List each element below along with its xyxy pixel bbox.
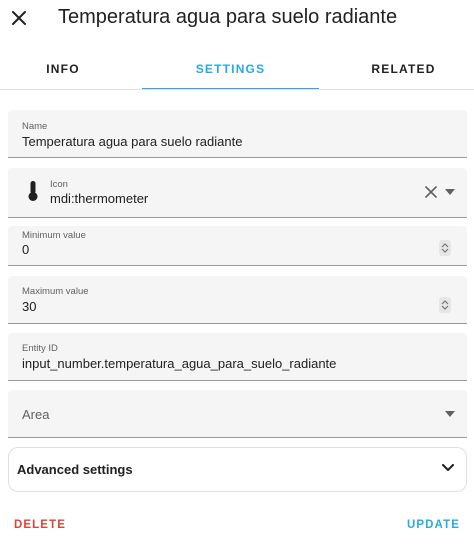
tabs-divider [0,89,474,90]
advanced-settings-label: Advanced settings [17,462,133,477]
icon-label: Icon [50,179,68,190]
entity-id-field[interactable]: Entity ID input_number.temperatura_agua_… [8,333,467,381]
tab-bar: INFO SETTINGS RELATED [0,48,474,90]
thermometer-icon [28,181,38,201]
tab-related[interactable]: RELATED [348,48,459,90]
clear-icon[interactable] [425,186,437,198]
chevron-down-icon [442,464,454,471]
tab-info[interactable]: INFO [0,48,126,90]
dropdown-arrow-icon[interactable] [445,189,455,195]
tab-settings[interactable]: SETTINGS [142,48,319,90]
minimum-value-stepper[interactable] [439,240,451,256]
dialog-header: Temperatura agua para suelo radiante [0,0,474,38]
icon-value: mdi:thermometer [50,191,149,206]
minimum-value-label: Minimum value [22,230,86,241]
icon-field[interactable]: Icon mdi:thermometer [8,168,467,218]
area-field[interactable]: Area [8,390,467,438]
update-button[interactable]: UPDATE [407,519,460,531]
entity-id-label: Entity ID [22,343,58,354]
name-label: Name [22,121,48,132]
minimum-value: 0 [22,242,30,257]
entity-id-value: input_number.temperatura_agua_para_suelo… [22,356,337,371]
area-placeholder: Area [22,407,50,422]
dialog-title: Temperatura agua para suelo radiante [58,6,398,28]
stepper-down-icon [441,248,449,253]
maximum-value-field[interactable]: Maximum value 30 [8,276,467,324]
stepper-down-icon [441,305,449,310]
advanced-settings-expander[interactable]: Advanced settings [8,447,467,492]
maximum-value: 30 [22,299,37,314]
delete-button[interactable]: DELETE [14,519,66,531]
close-icon [12,11,26,25]
name-value: Temperatura agua para suelo radiante [22,134,243,149]
maximum-value-label: Maximum value [22,286,89,297]
close-button[interactable] [6,5,32,31]
maximum-value-stepper[interactable] [439,297,451,313]
name-field[interactable]: Name Temperatura agua para suelo radiant… [8,110,467,158]
minimum-value-field[interactable]: Minimum value 0 [8,226,467,266]
dropdown-arrow-icon[interactable] [445,411,455,417]
